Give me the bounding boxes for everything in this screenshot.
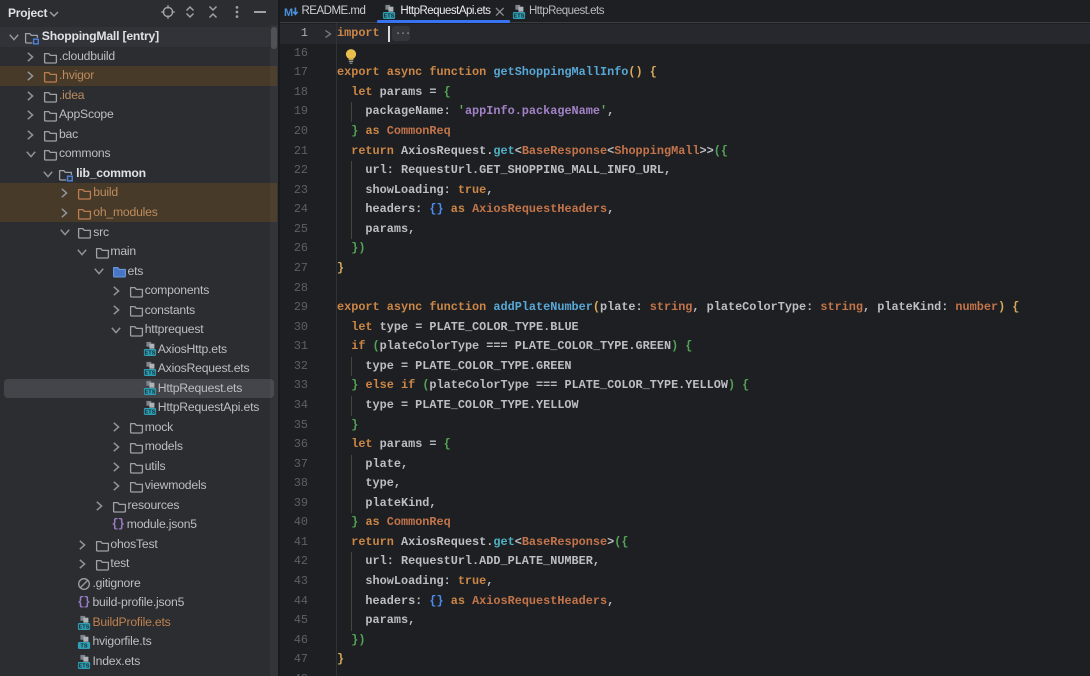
svg-text:ETS: ETS	[79, 624, 90, 630]
svg-text:M: M	[284, 7, 293, 18]
svg-text:ETS: ETS	[144, 410, 155, 416]
svg-text:ETS: ETS	[144, 390, 155, 396]
svg-text:ETS: ETS	[144, 370, 155, 376]
svg-text:ETS: ETS	[79, 663, 90, 669]
svg-text:ETS: ETS	[383, 14, 394, 20]
svg-text:ETS: ETS	[513, 14, 524, 20]
svg-text:TS: TS	[81, 644, 88, 650]
svg-text:ETS: ETS	[144, 351, 155, 357]
